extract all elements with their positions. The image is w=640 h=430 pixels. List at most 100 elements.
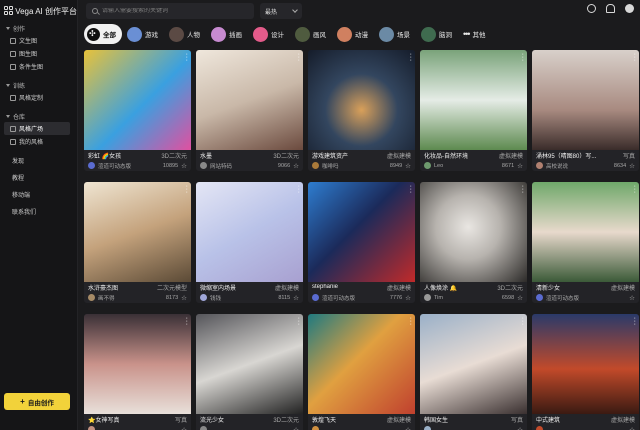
menu-section-create[interactable]: 创作: [0, 22, 77, 34]
search-box[interactable]: [86, 3, 254, 19]
style-card[interactable]: · · · 涌林95（晴图80）写... 写真 高校说说 8634 ☆: [532, 50, 639, 171]
author-avatar[interactable]: [88, 294, 95, 301]
author-avatar[interactable]: [312, 162, 319, 169]
style-thumbnail[interactable]: · · ·: [420, 182, 527, 282]
more-vertical-icon[interactable]: · · ·: [186, 315, 188, 328]
menu-section-repo[interactable]: 仓库: [0, 110, 77, 122]
sidebar-item-conditional[interactable]: 条件生图: [0, 60, 77, 73]
more-vertical-icon[interactable]: · · ·: [410, 315, 412, 328]
settings-icon[interactable]: [587, 4, 596, 13]
more-vertical-icon[interactable]: · · ·: [522, 183, 524, 196]
author-name[interactable]: 渲道可动态版: [98, 162, 160, 170]
author-avatar[interactable]: [200, 426, 207, 430]
star-icon[interactable]: ☆: [293, 426, 299, 430]
star-icon[interactable]: ☆: [181, 294, 187, 302]
more-vertical-icon[interactable]: · · ·: [634, 183, 636, 196]
style-thumbnail[interactable]: · · ·: [420, 314, 527, 414]
author-name[interactable]: 高校说说: [546, 162, 611, 170]
category-chip[interactable]: 插画: [209, 24, 248, 44]
sidebar-item-discover[interactable]: 发现: [0, 154, 77, 167]
style-card[interactable]: · · · 人像焕涂 🔔 3D二次元 Tim 6598 ☆: [420, 182, 527, 303]
style-thumbnail[interactable]: · · ·: [84, 182, 191, 282]
author-avatar[interactable]: [536, 426, 543, 430]
more-vertical-icon[interactable]: · · ·: [522, 51, 524, 64]
category-chip[interactable]: 游戏: [125, 24, 164, 44]
star-icon[interactable]: ☆: [405, 162, 411, 170]
author-avatar[interactable]: [424, 426, 431, 430]
star-icon[interactable]: ☆: [181, 162, 187, 170]
style-thumbnail[interactable]: · · ·: [532, 50, 639, 150]
style-thumbnail[interactable]: · · ·: [196, 50, 303, 150]
brand[interactable]: Vega AI 创作平台: [0, 0, 77, 22]
author-name[interactable]: 渲道可动态版: [546, 294, 623, 302]
style-card[interactable]: · · · 敦煌飞天 虚拟建模 ☆: [308, 314, 415, 430]
style-card[interactable]: · · · stephanie 虚拟建模 渲道可动态版 7776 ☆: [308, 182, 415, 303]
category-chip[interactable]: ••• 其他: [461, 24, 491, 44]
style-card[interactable]: · · · 中式建筑 虚拟建模 ☆: [532, 314, 639, 430]
style-thumbnail[interactable]: · · ·: [308, 314, 415, 414]
style-card[interactable]: · · · 水浒豪杰图 二次元模型 画不得 8173 ☆: [84, 182, 191, 303]
category-chip[interactable]: 全部: [84, 24, 122, 44]
style-thumbnail[interactable]: · · ·: [196, 314, 303, 414]
sidebar-item-img2img[interactable]: 图生图: [0, 47, 77, 60]
author-avatar[interactable]: [424, 162, 431, 169]
sort-select[interactable]: 最热: [260, 3, 302, 19]
category-chip[interactable]: 脑洞: [419, 24, 458, 44]
category-chip[interactable]: 人物: [167, 24, 206, 44]
author-name[interactable]: 网站特码: [210, 162, 275, 170]
author-avatar[interactable]: [536, 294, 543, 301]
category-chip[interactable]: 设计: [251, 24, 290, 44]
author-name[interactable]: Tim: [434, 295, 499, 301]
more-vertical-icon[interactable]: · · ·: [634, 51, 636, 64]
avatar[interactable]: [625, 4, 634, 13]
style-thumbnail[interactable]: · · ·: [308, 182, 415, 282]
more-vertical-icon[interactable]: · · ·: [410, 51, 412, 64]
author-name[interactable]: Leo: [434, 163, 499, 169]
style-thumbnail[interactable]: · · ·: [84, 314, 191, 414]
more-vertical-icon[interactable]: · · ·: [410, 183, 412, 196]
author-avatar[interactable]: [536, 162, 543, 169]
more-vertical-icon[interactable]: · · ·: [186, 51, 188, 64]
style-card[interactable]: · · · 韩国女生 写真 ☆: [420, 314, 527, 430]
more-vertical-icon[interactable]: · · ·: [298, 183, 300, 196]
star-icon[interactable]: ☆: [405, 426, 411, 430]
category-chip[interactable]: 场景: [377, 24, 416, 44]
sidebar-item-text2img[interactable]: 文生图: [0, 34, 77, 47]
star-icon[interactable]: ☆: [405, 294, 411, 302]
sidebar-item-style-custom[interactable]: 风格定制: [0, 91, 77, 104]
category-chip[interactable]: 画风: [293, 24, 332, 44]
star-icon[interactable]: ☆: [517, 162, 523, 170]
author-avatar[interactable]: [200, 294, 207, 301]
style-thumbnail[interactable]: · · ·: [196, 182, 303, 282]
sidebar-item-mobile[interactable]: 移动端: [0, 188, 77, 201]
star-icon[interactable]: ☆: [181, 426, 187, 430]
more-vertical-icon[interactable]: · · ·: [186, 183, 188, 196]
star-icon[interactable]: ☆: [629, 294, 635, 302]
style-card[interactable]: · · · 游戏建筑资产 虚拟建模 咖啡吗 8949 ☆: [308, 50, 415, 171]
style-thumbnail[interactable]: · · ·: [420, 50, 527, 150]
menu-section-train[interactable]: 训练: [0, 79, 77, 91]
author-name[interactable]: 咖啡吗: [322, 162, 387, 170]
author-name[interactable]: 钱钱: [210, 294, 275, 302]
more-vertical-icon[interactable]: · · ·: [522, 315, 524, 328]
sidebar-item-contact[interactable]: 联系我们: [0, 205, 77, 218]
star-icon[interactable]: ☆: [293, 294, 299, 302]
style-card[interactable]: · · · ⭐女神写真 写真 ☆: [84, 314, 191, 430]
author-avatar[interactable]: [200, 162, 207, 169]
sidebar-item-style-square[interactable]: 风格广场: [4, 122, 70, 135]
more-vertical-icon[interactable]: · · ·: [298, 315, 300, 328]
category-chip[interactable]: 动漫: [335, 24, 374, 44]
style-thumbnail[interactable]: · · ·: [532, 314, 639, 414]
style-card[interactable]: · · · 流光少女 3D二次元 ☆: [196, 314, 303, 430]
author-name[interactable]: 渲道可动态版: [322, 294, 387, 302]
more-vertical-icon[interactable]: · · ·: [298, 51, 300, 64]
star-icon[interactable]: ☆: [629, 162, 635, 170]
author-avatar[interactable]: [88, 162, 95, 169]
style-card[interactable]: · · · 清新少女 虚拟建模 渲道可动态版 ☆: [532, 182, 639, 303]
style-card[interactable]: · · · 化妆品-自然环境 虚拟建模 Leo 8671 ☆: [420, 50, 527, 171]
author-avatar[interactable]: [424, 294, 431, 301]
free-create-button[interactable]: + 自由创作: [4, 393, 70, 410]
author-avatar[interactable]: [88, 426, 95, 430]
more-vertical-icon[interactable]: · · ·: [634, 315, 636, 328]
star-icon[interactable]: ☆: [517, 426, 523, 430]
